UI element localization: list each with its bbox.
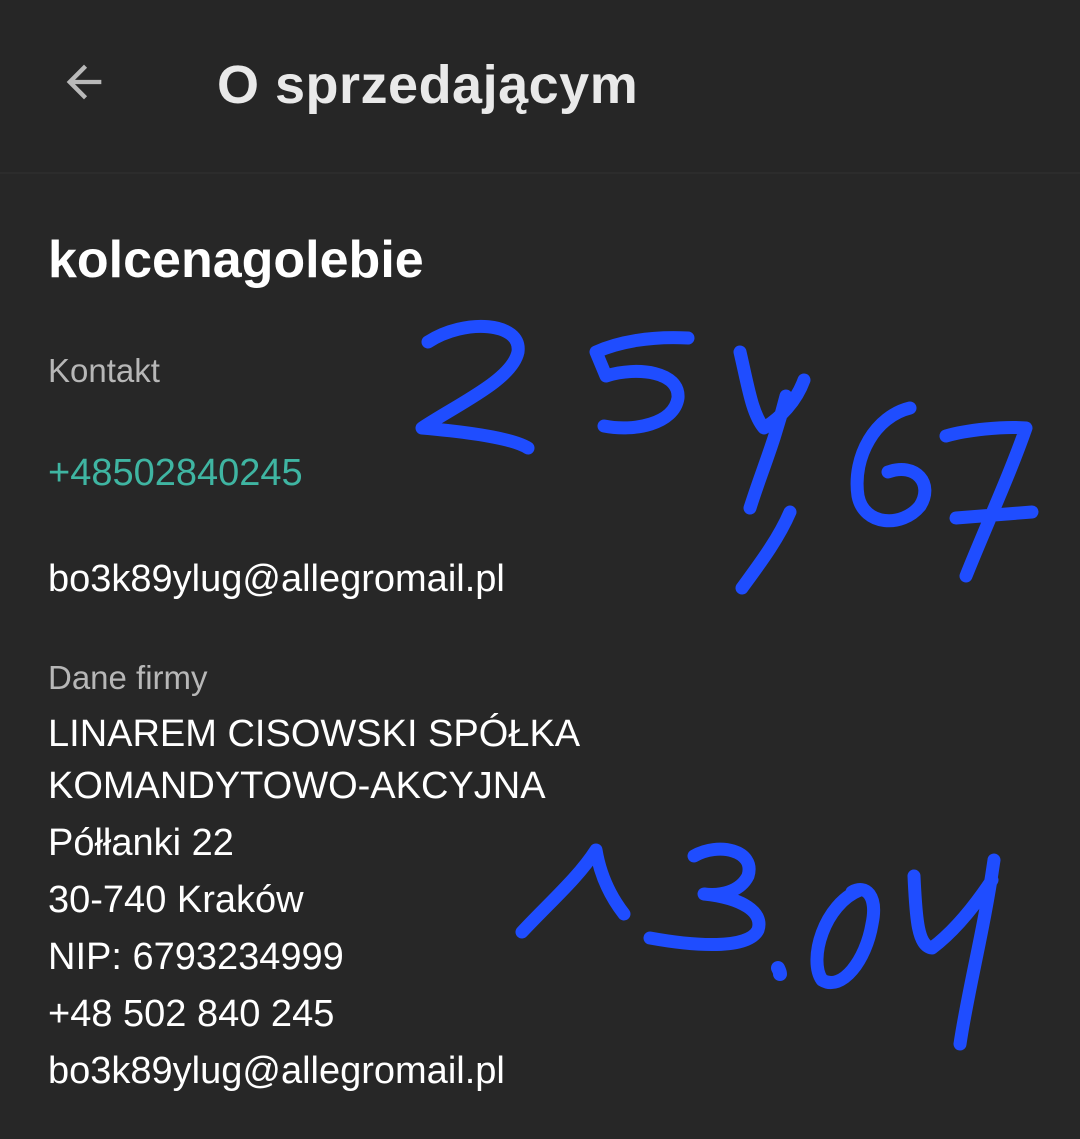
company-data: LINAREM CISOWSKI SPÓŁKA KOMANDYTOWO-AKCY… (48, 710, 580, 1100)
company-name-line-2: KOMANDYTOWO-AKCYJNA (48, 765, 546, 807)
back-button[interactable] (44, 44, 124, 124)
company-phone: +48 502 840 245 (48, 993, 335, 1035)
page-title: O sprzedającym (217, 55, 639, 115)
handwritten-amount (415, 319, 1039, 595)
handwritten-date (515, 842, 1001, 1051)
email-link[interactable]: bo3k89ylug@allegromail.pl (48, 558, 505, 601)
company-city: 30-740 Kraków (48, 879, 304, 921)
company-street: Półłanki 22 (48, 822, 234, 864)
contact-label: Kontakt (48, 352, 160, 389)
seller-info-screen: O sprzedającym kolcenagolebie Kontakt +4… (0, 0, 1080, 1139)
phone-link[interactable]: +48502840245 (48, 452, 303, 495)
company-name-line-1: LINAREM CISOWSKI SPÓŁKA (48, 713, 581, 755)
company-email: bo3k89ylug@allegromail.pl (48, 1050, 505, 1092)
company-data-label: Dane firmy (48, 659, 208, 696)
arrow-left-icon (58, 56, 110, 113)
seller-name: kolcenagolebie (48, 231, 424, 289)
app-bar: O sprzedającym (0, 0, 1080, 174)
company-nip: NIP: 6793234999 (48, 936, 344, 978)
